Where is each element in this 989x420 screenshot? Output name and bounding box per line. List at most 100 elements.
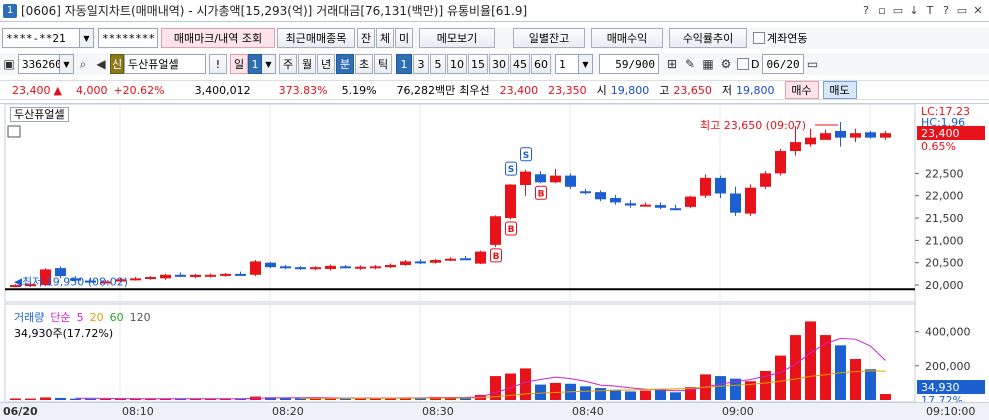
custom-interval-input[interactable]: 1: [555, 54, 579, 74]
grid-icon[interactable]: ▦: [699, 54, 717, 74]
link-icon[interactable]: ▫: [875, 3, 889, 18]
period-month-button[interactable]: 월: [298, 54, 316, 74]
price-pane-frame: [4, 104, 916, 303]
close-icon[interactable]: ✕: [971, 3, 985, 18]
buy-button[interactable]: 매수: [784, 81, 819, 99]
speaker-icon[interactable]: ◀: [92, 54, 110, 74]
volume-tag: 34,930: [921, 381, 960, 394]
calendar-icon[interactable]: ▭: [804, 54, 820, 74]
interval-5-button[interactable]: 5: [430, 54, 446, 74]
font-icon[interactable]: T: [923, 3, 937, 18]
candle-body: [490, 216, 501, 245]
candle-body: [685, 196, 696, 207]
period-week-button[interactable]: 주: [279, 54, 297, 74]
current-price: 23,400: [12, 83, 51, 97]
gear-icon[interactable]: ⚙: [717, 54, 735, 74]
grid-toggle-icon[interactable]: [7, 125, 21, 138]
interval-10-button[interactable]: 10: [447, 54, 467, 74]
account-input[interactable]: ****-**21: [2, 28, 80, 48]
candle-body: [550, 175, 561, 183]
volume-legend-ma5: 5: [76, 311, 84, 324]
bar-count-value: 59: [615, 57, 629, 71]
candle-body: [775, 151, 786, 174]
high-label: 고: [659, 84, 670, 97]
period-dropdown[interactable]: ▼: [262, 54, 276, 74]
price-change: 4,000: [75, 83, 108, 97]
candle-body: [265, 262, 276, 268]
sell-button[interactable]: 매도: [822, 81, 857, 99]
volume-bar: [520, 368, 531, 400]
candle-body: [190, 274, 201, 278]
time-label-0830: 08:30: [422, 405, 454, 418]
chart-area: 22,500 22,000 21,500 21,000 20,500 20,000 B S B S…: [0, 103, 989, 403]
candle-body: [610, 197, 621, 203]
interval-60-button[interactable]: 60: [531, 54, 551, 74]
price-tick-label: 21,000: [925, 234, 964, 247]
interval-3-button[interactable]: 3: [413, 54, 429, 74]
interval-1-button[interactable]: 1: [396, 54, 412, 74]
candle-body: [325, 265, 336, 269]
time-label-date: 06/20: [3, 405, 38, 418]
interval-45-button[interactable]: 45: [510, 54, 530, 74]
candle-body: [760, 173, 771, 187]
draw-icon[interactable]: ✎: [681, 54, 699, 74]
candle-body: [700, 177, 711, 196]
indicator-icon[interactable]: ⊞: [663, 54, 681, 74]
volume-bar: [790, 335, 801, 400]
date-checkbox[interactable]: [737, 58, 749, 70]
volume-bar: [625, 391, 636, 400]
memo-button[interactable]: 메모보기: [419, 28, 495, 48]
volume-value: 3,400,012: [194, 83, 251, 97]
executed-button[interactable]: 체: [376, 28, 394, 48]
candle-body: [865, 132, 876, 138]
return-trend-button[interactable]: 수익률추이: [669, 28, 747, 48]
period-day-count[interactable]: 1: [248, 54, 262, 74]
interval-15-button[interactable]: 15: [468, 54, 488, 74]
layout-icon[interactable]: ▣: [0, 54, 18, 74]
chart-canvas[interactable]: 22,500 22,000 21,500 21,000 20,500 20,000 B S B S…: [0, 104, 989, 403]
period-day-button[interactable]: 일: [230, 54, 248, 74]
question-icon[interactable]: ?: [939, 3, 953, 18]
unexecuted-button[interactable]: 미: [395, 28, 413, 48]
volume-bar: [640, 390, 651, 400]
credit-badge: 신: [110, 54, 124, 74]
period-year-button[interactable]: 년: [317, 54, 335, 74]
account-link-checkbox[interactable]: [753, 32, 765, 44]
search-icon[interactable]: ⌕: [74, 54, 92, 74]
balance-button[interactable]: 잔: [357, 28, 375, 48]
recent-stocks-button[interactable]: 최근매매종목: [277, 28, 355, 48]
candle-body: [280, 266, 291, 269]
date-input[interactable]: 06/20: [762, 54, 805, 74]
time-label-0810: 08:10: [122, 405, 154, 418]
stock-code-dropdown[interactable]: ▼: [60, 54, 74, 74]
period-second-button[interactable]: 초: [355, 54, 373, 74]
period-tick-button[interactable]: 틱: [374, 54, 392, 74]
help-icon[interactable]: ?: [859, 3, 873, 18]
candle-body: [850, 133, 861, 138]
volume-legend-info: 34,930주(17.72%): [14, 327, 114, 340]
buy-marker-label: B: [508, 225, 515, 235]
interval-30-button[interactable]: 30: [489, 54, 509, 74]
open-label: 시: [596, 84, 607, 97]
candle-body: [595, 192, 606, 200]
alert-button[interactable]: !: [209, 54, 227, 74]
password-input[interactable]: ********: [98, 28, 158, 48]
trade-marks-button[interactable]: 매매마크/내역 조회: [161, 28, 275, 48]
trade-profit-button[interactable]: 매매수익: [591, 28, 663, 48]
custom-interval-dropdown[interactable]: ▼: [579, 54, 593, 74]
volume-bar: [610, 389, 621, 400]
layout-icon[interactable]: ▭: [891, 3, 905, 18]
maximize-icon[interactable]: ▭: [955, 3, 969, 18]
account-dropdown[interactable]: ▼: [80, 28, 94, 48]
window-title: [0606] 자동일지차트(매매내역) - 시가총액[15,293(억)] 거래…: [21, 4, 528, 18]
bar-count-input[interactable]: 59/900: [599, 54, 659, 74]
period-minute-button[interactable]: 분: [336, 54, 354, 74]
stock-code-input[interactable]: 336260: [18, 54, 62, 74]
ask-price: 23,400: [499, 83, 539, 97]
candle-body: [355, 266, 366, 269]
daily-balance-button[interactable]: 일별잔고: [513, 28, 585, 48]
pin-icon[interactable]: ↓: [907, 3, 921, 18]
volume-bar: [85, 398, 96, 400]
volume-bar: [25, 398, 36, 400]
volume-bar: [805, 321, 816, 400]
